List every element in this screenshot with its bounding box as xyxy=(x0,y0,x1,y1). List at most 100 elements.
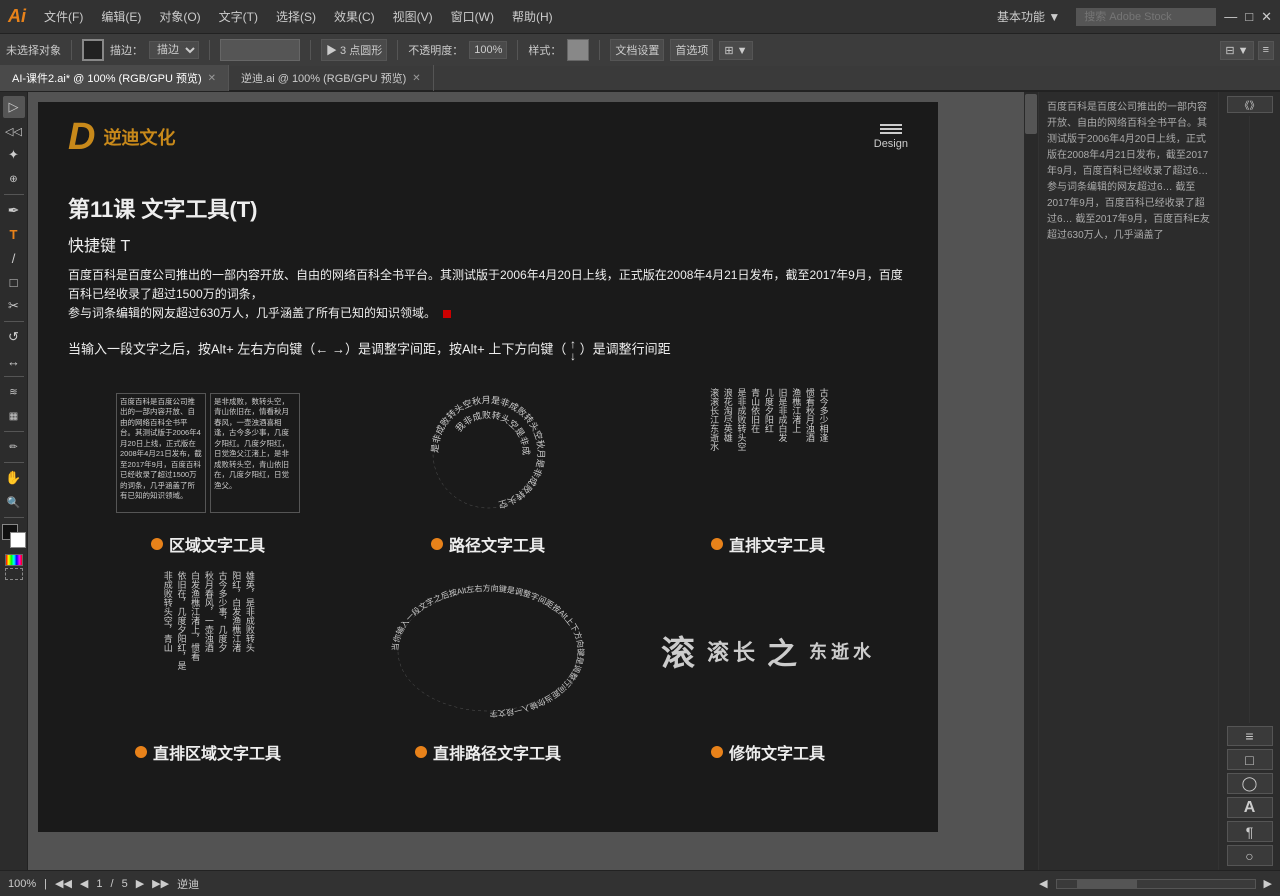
warp-tool-btn[interactable]: ≋ xyxy=(3,381,25,403)
tools-row-1: 百度百科是百度公司推出的一部内容开放、自由的网络百科全书平台。其测试版于2006… xyxy=(68,378,908,556)
tab-ai-course[interactable]: AI-课件2.ai* @ 100% (RGB/GPU 预览) ✕ xyxy=(0,65,229,91)
graph-tool-btn[interactable]: ▦ xyxy=(3,405,25,427)
panel-btn-circle[interactable]: ○ xyxy=(1227,845,1273,866)
doc-logo: D 逆迪文化 xyxy=(68,118,175,156)
area-text-name: 区域文字工具 xyxy=(169,532,265,556)
rotate-tool-btn[interactable]: ↺ xyxy=(3,326,25,348)
panel-btn-para[interactable]: ¶ xyxy=(1227,821,1273,842)
no-selection-label: 未选择对象 xyxy=(6,42,61,58)
page-forward-btn[interactable]: ▶ xyxy=(136,877,144,890)
right-panel-text: 百度百科是百度公司推出的一部内容开放、自由的网络百科全书平台。其测试版于2006… xyxy=(1047,100,1210,244)
vert-area-col-1: 非成败转头空，青山 xyxy=(161,571,173,731)
point-type[interactable]: ▶ 3 点圆形 xyxy=(321,39,387,61)
zoom-tool-btn[interactable]: 🔍 xyxy=(3,491,25,513)
selection-tool-btn[interactable]: ▷ xyxy=(3,96,25,118)
tool-sep-5 xyxy=(4,462,24,463)
tab-nidi-close[interactable]: ✕ xyxy=(412,73,420,84)
menu-view[interactable]: 视图(V) xyxy=(385,4,441,29)
scissors-tool-btn[interactable]: ✂ xyxy=(3,295,25,317)
vert-area-text-dot xyxy=(135,746,147,758)
far-right-panel: 《》 ≡ □ ◯ A ¶ ○ xyxy=(1218,92,1280,870)
menu-object[interactable]: 对象(O) xyxy=(151,4,208,29)
background-color[interactable] xyxy=(10,532,26,548)
vert-col-2: 浪花淘尽英雄 xyxy=(721,388,733,518)
menu-edit[interactable]: 编辑(E) xyxy=(93,4,149,29)
status-bar: 100% | ◀◀ ◀ 1 / 5 ▶ ▶▶ 逆迪 ◀ ▶ xyxy=(0,870,1280,896)
doc-menu-area[interactable]: Design xyxy=(874,124,908,150)
decorate-char-3: 之 xyxy=(767,629,801,673)
horizontal-scrollbar[interactable] xyxy=(1056,879,1256,889)
panel-btn-2[interactable]: □ xyxy=(1227,749,1273,770)
status-sep-1: | xyxy=(44,878,47,890)
prev-page-btn[interactable]: ◀◀ xyxy=(55,877,72,890)
scroll-right-btn[interactable]: ▶ xyxy=(1264,877,1272,890)
vert-col-6: 旧是非成白发 xyxy=(776,388,788,518)
stroke-dropdown[interactable]: 描边 xyxy=(149,41,199,59)
panel-btn-1[interactable]: ≡ xyxy=(1227,726,1273,747)
tab-nidi-label: 逆迪.ai @ 100% (RGB/GPU 预览) xyxy=(241,70,406,86)
page-back-btn[interactable]: ◀ xyxy=(80,877,88,890)
close-button[interactable]: ✕ xyxy=(1261,9,1272,25)
vert-col-4: 青山依旧在 xyxy=(748,388,760,518)
line-tool-btn[interactable]: / xyxy=(3,247,25,269)
tools-row-2: 非成败转头空，青山 依旧在，几度夕阳红，是 白发渔樵江渚上，惯看 秋月春风，一壶… xyxy=(68,566,908,764)
arrange-button[interactable]: ⊞ ▼ xyxy=(719,41,752,60)
vert-path-text-tool-example: 当你输入一段文字之后按Alt左右方向键是调整字间距按Alt上下方向键是调整行间距… xyxy=(348,566,628,764)
menu-text[interactable]: 文字(T) xyxy=(211,4,266,29)
rect-tool-btn[interactable]: □ xyxy=(3,271,25,293)
menu-bar: Ai 文件(F) 编辑(E) 对象(O) 文字(T) 选择(S) 效果(C) 视… xyxy=(0,0,1280,33)
panel-btn-3[interactable]: ◯ xyxy=(1227,773,1273,794)
hamburger-line-2 xyxy=(880,128,902,130)
preferences-button[interactable]: 首选项 xyxy=(670,39,713,61)
panel-collapse-btn[interactable]: 《》 xyxy=(1227,96,1273,113)
magic-wand-tool-btn[interactable]: ✦ xyxy=(3,144,25,166)
vert-col-8: 惯看秋月浊酒 xyxy=(803,388,815,518)
menu-file[interactable]: 文件(F) xyxy=(36,4,91,29)
opacity-value[interactable]: 100% xyxy=(469,41,507,59)
app-logo: Ai xyxy=(8,6,26,27)
direct-selection-tool-btn[interactable]: ◁◁ xyxy=(3,120,25,142)
menu-effect[interactable]: 效果(C) xyxy=(326,4,383,29)
tab-ai-course-close[interactable]: ✕ xyxy=(208,73,216,84)
scroll-left-btn[interactable]: ◀ xyxy=(1039,877,1047,890)
scrollbar-thumb[interactable] xyxy=(1025,94,1037,134)
panel-btn-type[interactable]: A xyxy=(1227,797,1273,818)
color-swatches[interactable] xyxy=(2,524,26,548)
style-color[interactable] xyxy=(567,39,589,61)
gradient-button[interactable] xyxy=(5,554,23,566)
stroke-color-swatch[interactable] xyxy=(82,39,104,61)
menu-window[interactable]: 窗口(W) xyxy=(443,4,502,29)
vertical-scrollbar[interactable] xyxy=(1024,92,1038,870)
total-pages: 5 xyxy=(122,878,128,890)
lasso-tool-btn[interactable]: ⊕ xyxy=(3,168,25,190)
stock-search-input[interactable] xyxy=(1076,8,1216,26)
path-text-preview: 是非成败转头空秋月是非成败转头空秋月是非成败转头空 我非成败转头空是非成 xyxy=(348,378,628,528)
menu-select[interactable]: 选择(S) xyxy=(268,4,324,29)
none-button[interactable] xyxy=(5,568,23,580)
path-text-dot xyxy=(431,538,443,550)
doc-header: D 逆迪文化 Design xyxy=(38,102,938,172)
eyedropper-tool-btn[interactable]: ✏ xyxy=(3,436,25,458)
arrange-right-button[interactable]: ⊟ ▼ xyxy=(1220,41,1253,60)
reflect-tool-btn[interactable]: ↔ xyxy=(3,350,25,372)
menu-right-area: 基本功能 ▼ — □ ✕ xyxy=(989,4,1272,29)
decorate-text-label: 修饰文字工具 xyxy=(711,740,825,764)
h-scrollbar-thumb[interactable] xyxy=(1077,880,1137,888)
workspace-dropdown[interactable]: 基本功能 ▼ xyxy=(989,4,1068,29)
doc-settings-button[interactable]: 文档设置 xyxy=(610,39,664,61)
vert-path-text-preview: 当你输入一段文字之后按Alt左右方向键是调整字间距按Alt上下方向键是调整行间距… xyxy=(348,566,628,736)
tab-nidi[interactable]: 逆迪.ai @ 100% (RGB/GPU 预览) ✕ xyxy=(229,65,434,91)
doc-logo-text: 逆迪文化 xyxy=(103,124,175,150)
more-options-button[interactable]: ≡ xyxy=(1258,41,1274,60)
restore-button[interactable]: □ xyxy=(1245,9,1253,24)
hand-tool-btn[interactable]: ✋ xyxy=(3,467,25,489)
toolbar-right: ⊟ ▼ ≡ xyxy=(1220,41,1274,60)
decorate-char-4: 东逝水 xyxy=(809,638,875,664)
toolbar: 未选择对象 描边： 描边 ▶ 3 点圆形 不透明度： 100% 样式： 文档设置… xyxy=(0,33,1280,66)
page-last-btn[interactable]: ▶▶ xyxy=(152,877,169,890)
vertical-text-tool-example: 滚滚长江东逝水 浪花淘尽英雄 是非成败转头空 青山依旧在 几度夕阳红 旧是非成白… xyxy=(628,378,908,556)
menu-help[interactable]: 帮助(H) xyxy=(504,4,561,29)
minimize-button[interactable]: — xyxy=(1224,9,1237,24)
pen-tool-btn[interactable]: ✒ xyxy=(3,199,25,221)
type-tool-btn[interactable]: T xyxy=(3,223,25,245)
